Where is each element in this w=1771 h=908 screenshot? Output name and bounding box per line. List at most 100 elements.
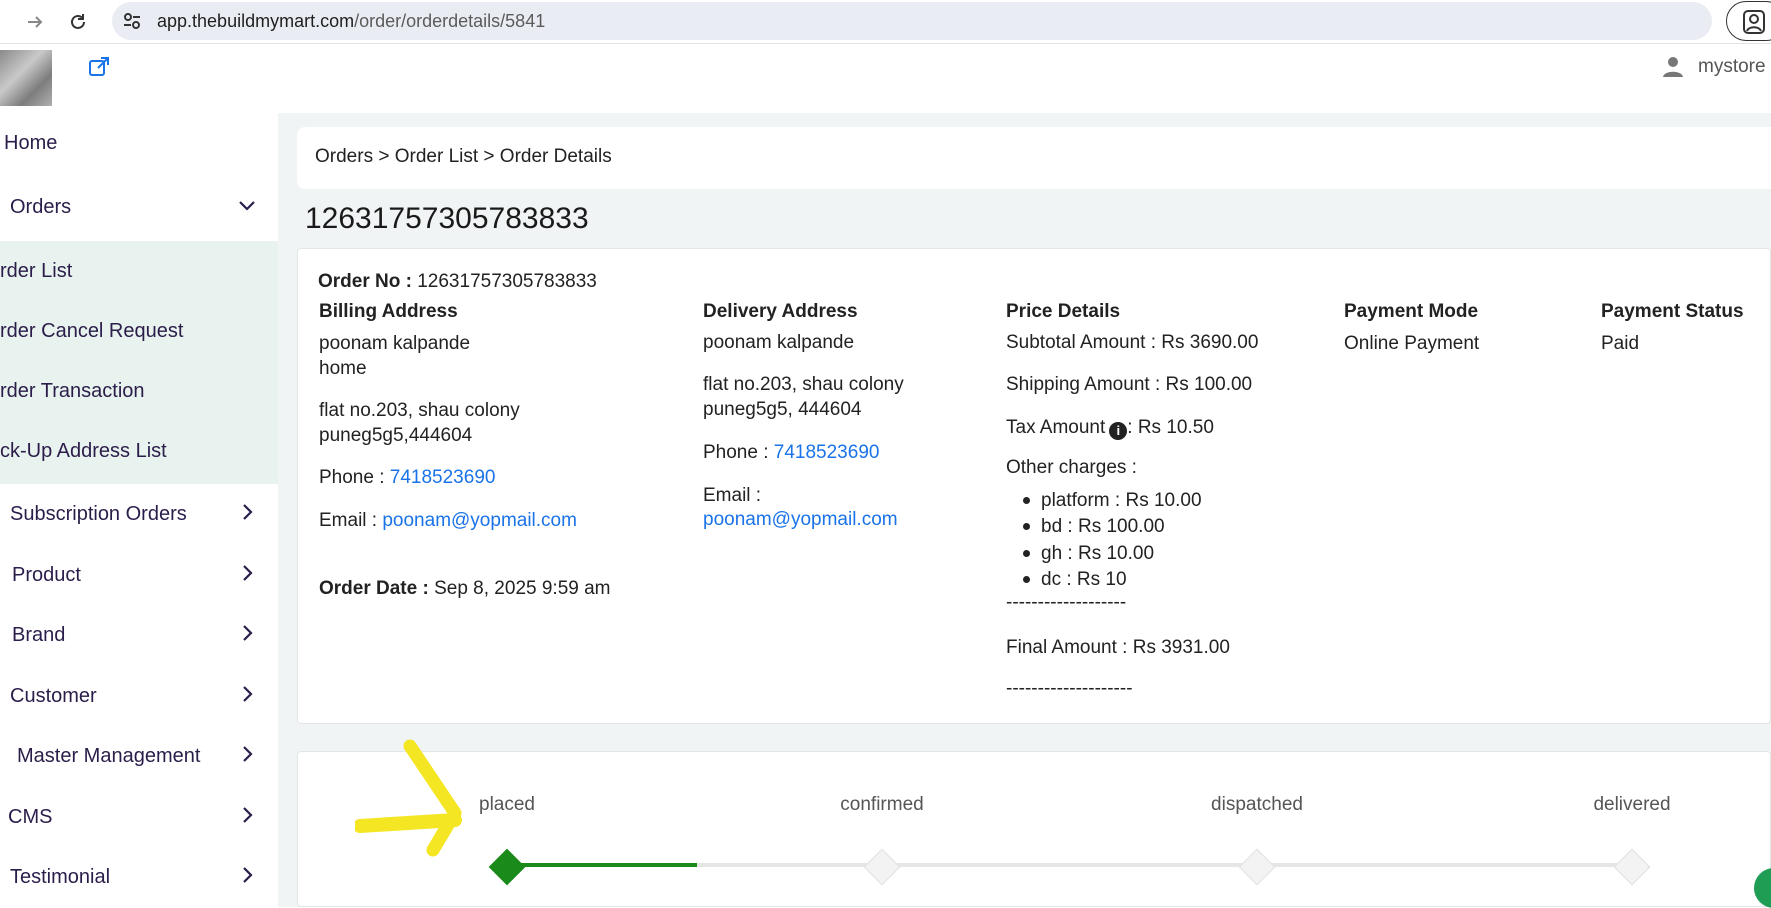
site-settings-icon[interactable] <box>120 9 144 33</box>
order-date: Order Date : Sep 8, 2025 9:59 am <box>319 578 611 600</box>
delivery-phone-label: Phone : <box>703 442 769 463</box>
breadcrumb[interactable]: Orders > Order List > Order Details <box>315 146 612 168</box>
step-label-placed: placed <box>479 794 535 815</box>
subtotal-amount: Subtotal Amount : Rs 3690.00 <box>1006 332 1259 353</box>
info-icon[interactable]: i <box>1109 422 1128 440</box>
sidebar-item-orders[interactable]: Orders <box>0 177 278 237</box>
billing-name: poonam kalpande <box>319 333 471 354</box>
chevron-right-icon <box>243 686 253 702</box>
delivery-line2: puneg5g5, 444604 <box>703 399 862 420</box>
sidebar-item-subscription-orders[interactable]: Subscription Orders <box>0 484 278 544</box>
url-text[interactable]: app.thebuildmymart.com/order/orderdetail… <box>157 11 545 32</box>
sidebar-item-master-management[interactable]: Master Management <box>0 726 278 786</box>
reload-icon[interactable] <box>65 9 91 35</box>
sidebar-item-home[interactable]: Home <box>0 113 278 173</box>
shipping-amount: Shipping Amount : Rs 100.00 <box>1006 374 1253 395</box>
forward-icon[interactable] <box>22 9 48 35</box>
page-title: 12631757305783833 <box>305 202 589 235</box>
billing-email: Email : poonam@yopmail.com <box>319 510 577 532</box>
url-path: /order/orderdetails/5841 <box>354 11 546 31</box>
tax-amount: Tax Amount i: Rs 10.50 <box>1006 417 1214 440</box>
order-number-value: 12631757305783833 <box>417 271 597 292</box>
delivery-email-label: Email : <box>703 485 762 506</box>
sidebar-item-label: rder List <box>0 259 73 282</box>
order-date-value: Sep 8, 2025 9:59 am <box>434 578 611 599</box>
price-heading: Price Details <box>1006 301 1121 322</box>
chevron-down-icon <box>239 201 255 211</box>
sidebar-item-order-transaction[interactable]: rder Transaction <box>0 361 278 421</box>
sidebar-item-pickup-address-list[interactable]: ck-Up Address List <box>0 421 278 481</box>
chevron-right-icon <box>243 807 253 823</box>
browser-toolbar: app.thebuildmymart.com/order/orderdetail… <box>0 0 1771 44</box>
sidebar-item-label: Master Management <box>17 744 201 767</box>
sidebar-item-label: rder Transaction <box>0 379 145 402</box>
delivery-heading: Delivery Address <box>703 301 858 322</box>
sidebar-item-label: Testimonial <box>10 865 111 888</box>
payment-status-heading: Payment Status <box>1601 301 1744 322</box>
orders-submenu: rder List rder Cancel Request rder Trans… <box>0 241 278 484</box>
sidebar-item-customer[interactable]: Customer <box>0 666 278 726</box>
sidebar-item-order-cancel-request[interactable]: rder Cancel Request <box>0 301 278 361</box>
bullet <box>1023 497 1030 504</box>
chevron-right-icon <box>243 746 253 762</box>
step-label-delivered: delivered <box>1593 794 1671 815</box>
tax-label: Tax Amount <box>1006 417 1106 438</box>
order-date-label: Order Date : <box>319 578 429 599</box>
divider-dashes: -------------------- <box>1006 678 1133 699</box>
sidebar-item-order-list[interactable]: rder List <box>0 241 278 301</box>
sidebar-lower: Subscription Orders Product Brand Custom… <box>0 484 278 907</box>
step-label-dispatched: dispatched <box>1211 794 1303 815</box>
bullet <box>1023 576 1030 583</box>
charge-item: bd : Rs 100.00 <box>1041 516 1165 537</box>
sidebar-item-label: rder Cancel Request <box>0 319 184 342</box>
billing-line2: puneg5g5,444604 <box>319 425 473 446</box>
external-link-icon[interactable] <box>88 56 110 78</box>
track-progress <box>507 863 697 867</box>
sidebar-item-label: ck-Up Address List <box>0 439 167 462</box>
billing-phone-label: Phone : <box>319 467 385 488</box>
charge-item: platform : Rs 10.00 <box>1041 490 1202 511</box>
billing-phone-link[interactable]: 7418523690 <box>390 467 496 488</box>
sidebar-item-label: Product <box>12 563 81 586</box>
payment-mode-value: Online Payment <box>1344 333 1480 354</box>
user-icon[interactable] <box>1662 56 1684 78</box>
chevron-right-icon <box>243 565 253 581</box>
username-label[interactable]: mystore <box>1698 56 1766 78</box>
billing-phone: Phone : 7418523690 <box>319 467 495 489</box>
tax-value: : Rs 10.50 <box>1127 417 1214 438</box>
sidebar-item-label: Customer <box>10 684 97 707</box>
other-charges-label: Other charges : <box>1006 457 1137 478</box>
chevron-right-icon <box>243 625 253 641</box>
sidebar-item-testimonial[interactable]: Testimonial <box>0 847 278 907</box>
sidebar-item-brand[interactable]: Brand <box>0 605 278 665</box>
store-logo[interactable] <box>0 50 52 106</box>
sidebar-item-label: Brand <box>12 623 66 646</box>
url-host: app.thebuildmymart.com <box>157 11 355 31</box>
order-tracker <box>297 751 1771 907</box>
divider-dashes: ------------------- <box>1006 592 1127 613</box>
delivery-name: poonam kalpande <box>703 332 855 353</box>
delivery-line1: flat no.203, shau colony <box>703 374 904 395</box>
sidebar-item-product[interactable]: Product <box>0 545 278 605</box>
delivery-phone-link[interactable]: 7418523690 <box>774 442 880 463</box>
billing-heading: Billing Address <box>319 301 458 322</box>
billing-line1: flat no.203, shau colony <box>319 400 520 421</box>
app-header <box>0 45 1771 113</box>
chevron-right-icon <box>243 504 253 520</box>
sidebar-item-label: Subscription Orders <box>10 502 187 525</box>
billing-email-link[interactable]: poonam@yopmail.com <box>382 510 577 531</box>
delivery-email-link[interactable]: poonam@yopmail.com <box>703 509 898 531</box>
step-label-confirmed: confirmed <box>840 794 924 815</box>
delivery-phone: Phone : 7418523690 <box>703 442 879 464</box>
payment-mode-heading: Payment Mode <box>1344 301 1479 322</box>
annotation-arrow-icon <box>355 739 462 857</box>
order-number-label: Order No : <box>318 271 412 292</box>
sidebar-item-cms[interactable]: CMS <box>0 787 278 847</box>
sidebar-item-label: CMS <box>8 805 53 828</box>
charge-item: dc : Rs 10 <box>1041 569 1127 590</box>
chevron-right-icon <box>243 867 253 883</box>
billing-email-label: Email : <box>319 510 378 531</box>
charge-item: gh : Rs 10.00 <box>1041 543 1155 564</box>
order-number: Order No : 12631757305783833 <box>318 271 597 293</box>
profile-icon[interactable] <box>1726 1 1771 41</box>
